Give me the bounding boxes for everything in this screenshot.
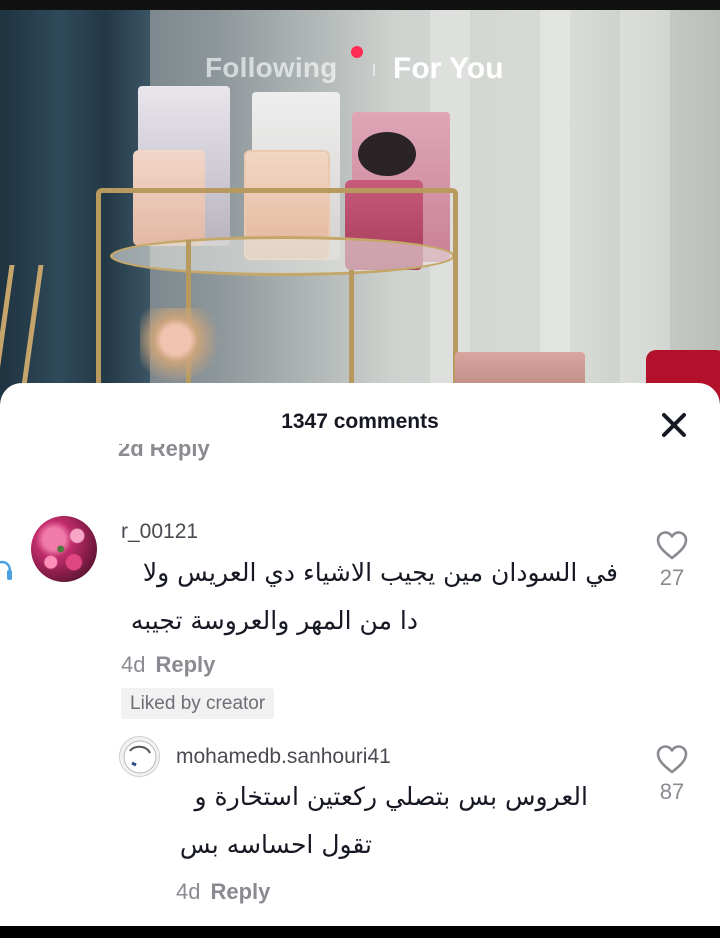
video-shelf-leg xyxy=(349,270,354,400)
heart-icon xyxy=(656,745,688,774)
reply-button[interactable]: Reply xyxy=(155,652,215,677)
like-button[interactable]: 87 xyxy=(642,743,702,805)
tab-following[interactable]: Following xyxy=(205,52,337,84)
comment-text: العروس بس بتصلي ركعتين استخارة و xyxy=(194,782,588,811)
video-flowers xyxy=(140,308,230,388)
following-notification-dot xyxy=(351,46,363,58)
previous-comment-reply[interactable]: 2d Reply xyxy=(118,444,318,462)
comment-username[interactable]: mohamedb.sanhouri41 xyxy=(176,745,391,769)
comments-sheet: 1347 comments 2d Reply r_00121 في السودا… xyxy=(0,383,720,928)
video-player[interactable]: Following For You xyxy=(0,0,720,400)
avatar[interactable] xyxy=(31,516,97,582)
comment-text: تقول احساسه بس xyxy=(179,830,372,859)
comment-age: 4d xyxy=(121,652,146,677)
previous-comment-meta: 2d Reply xyxy=(118,444,318,466)
comment-text: في السودان مين يجيب الاشياء دي العريس ول… xyxy=(142,558,618,587)
close-comments-button[interactable] xyxy=(656,407,692,443)
comment-text: دا من المهر والعروسة تجيبه xyxy=(130,606,418,635)
bottom-edge xyxy=(0,926,720,938)
like-count: 87 xyxy=(659,779,685,804)
like-count: 27 xyxy=(659,565,685,590)
like-button[interactable]: 27 xyxy=(642,529,702,591)
video-perfume-cap xyxy=(358,132,416,176)
nav-separator xyxy=(373,64,375,76)
tab-for-you[interactable]: For You xyxy=(393,52,504,86)
heart-icon xyxy=(656,531,688,560)
comment-count-title: 1347 comments xyxy=(281,410,439,433)
headphones-icon[interactable] xyxy=(0,551,20,587)
reply-button[interactable]: Reply xyxy=(210,879,270,904)
comment-username[interactable]: r_00121 xyxy=(121,520,198,544)
comment-meta: 4d Reply xyxy=(121,652,215,678)
avatar[interactable] xyxy=(119,736,160,777)
status-bar-strip xyxy=(0,0,720,10)
comment-age: 4d xyxy=(176,879,201,904)
close-icon xyxy=(662,413,686,437)
liked-by-creator-badge: Liked by creator xyxy=(121,688,275,719)
comment-meta: 4d Reply xyxy=(176,879,270,905)
top-nav: Following For You xyxy=(0,46,720,92)
comments-header: 1347 comments xyxy=(0,383,720,459)
